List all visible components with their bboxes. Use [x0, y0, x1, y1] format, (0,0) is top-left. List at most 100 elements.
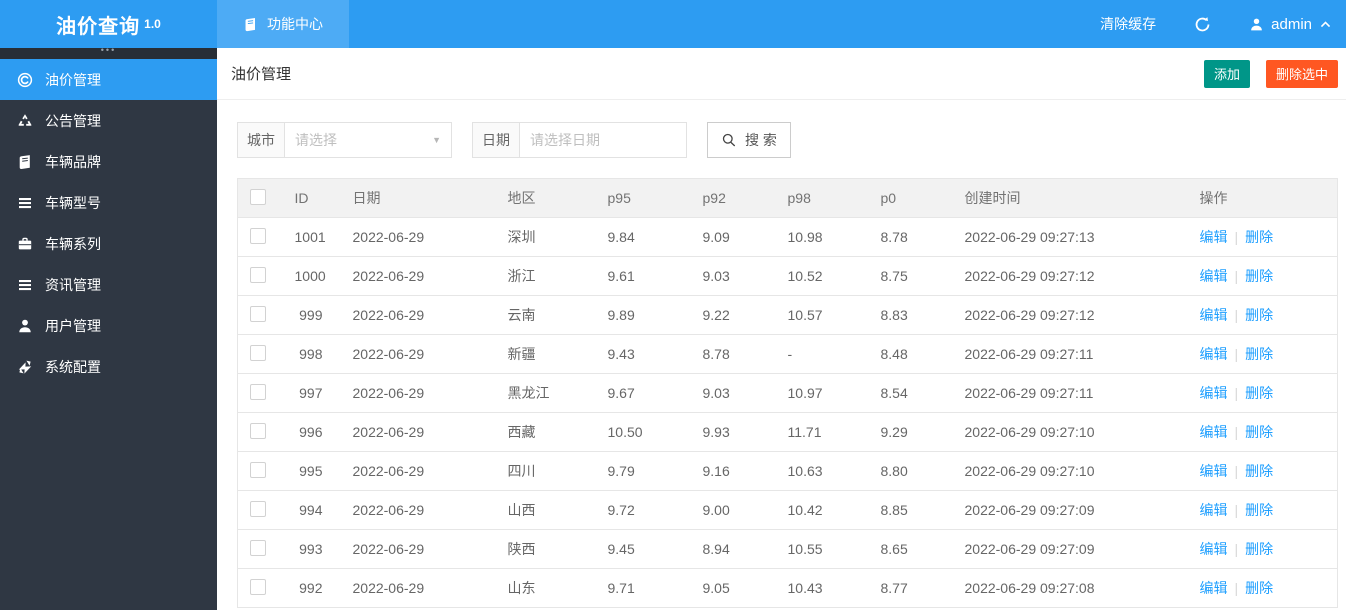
edit-link[interactable]: 编辑	[1200, 385, 1228, 401]
cell-region: 山东	[497, 568, 598, 608]
row-checkbox[interactable]	[250, 344, 266, 361]
sidebar-item[interactable]: 油价管理	[0, 59, 217, 100]
edit-link[interactable]: 编辑	[1200, 541, 1228, 557]
city-select[interactable]: 请选择 ▼	[284, 122, 452, 158]
cell-p98: -	[777, 334, 871, 374]
row-checkbox[interactable]	[250, 500, 266, 517]
cell-p0: 8.65	[870, 529, 955, 569]
sidebar-item-label: 车辆品牌	[45, 153, 101, 170]
cell-date: 2022-06-29	[342, 490, 498, 530]
edit-link[interactable]: 编辑	[1200, 580, 1228, 596]
row-checkbox[interactable]	[250, 539, 266, 556]
book-icon	[17, 154, 33, 170]
ops-separator: |	[1234, 346, 1239, 362]
cell-p95: 9.79	[597, 451, 693, 491]
row-checkbox[interactable]	[250, 227, 266, 244]
cell-ops: 编辑 | 删除	[1189, 334, 1338, 374]
refresh-icon[interactable]	[1194, 16, 1211, 33]
cell-date: 2022-06-29	[342, 217, 498, 257]
cell-created: 2022-06-29 09:27:09	[954, 529, 1190, 569]
edit-link[interactable]: 编辑	[1200, 346, 1228, 362]
edit-link[interactable]: 编辑	[1200, 502, 1228, 518]
delete-link[interactable]: 删除	[1245, 424, 1273, 440]
edit-link[interactable]: 编辑	[1200, 424, 1228, 440]
cell-date: 2022-06-29	[342, 373, 498, 413]
cell-region: 云南	[497, 295, 598, 335]
sidebar-item[interactable]: 系统配置	[0, 346, 217, 387]
sidebar-item[interactable]: 用户管理	[0, 305, 217, 346]
delete-link[interactable]: 删除	[1245, 385, 1273, 401]
user-icon	[17, 318, 33, 334]
row-checkbox[interactable]	[250, 305, 266, 322]
row-checkbox[interactable]	[250, 266, 266, 283]
sidebar-item-label: 系统配置	[45, 358, 101, 375]
sidebar-item[interactable]: 车辆型号	[0, 182, 217, 223]
delete-link[interactable]: 删除	[1245, 580, 1273, 596]
sidebar-menu: 油价管理 公告管理车辆品牌车辆型号 车辆系列 资讯管理 用户管理系统配置	[0, 59, 217, 387]
table-row: 997 2022-06-29 黑龙江 9.67 9.03 10.97 8.54 2022-06…	[237, 373, 1338, 413]
tab-label: 功能中心	[267, 16, 323, 32]
cell-p0: 8.54	[870, 373, 955, 413]
city-label: 城市	[237, 122, 284, 158]
row-checkbox[interactable]	[250, 578, 266, 595]
sidebar-collapse-toggle[interactable]: •••	[0, 46, 217, 59]
row-checkbox[interactable]	[250, 461, 266, 478]
sidebar-item[interactable]: 车辆系列	[0, 223, 217, 264]
list-icon	[17, 277, 33, 293]
cell-p98: 10.55	[777, 529, 871, 569]
sidebar-item[interactable]: 车辆品牌	[0, 141, 217, 182]
chevron-down-icon: ▼	[432, 135, 441, 145]
cell-id: 1001	[284, 217, 343, 257]
row-checkbox[interactable]	[250, 383, 266, 400]
cell-created: 2022-06-29 09:27:11	[954, 334, 1190, 374]
edit-link[interactable]: 编辑	[1200, 307, 1228, 323]
delete-link[interactable]: 删除	[1245, 268, 1273, 284]
list-icon	[17, 195, 33, 211]
select-all-checkbox[interactable]	[250, 188, 266, 205]
delete-link[interactable]: 删除	[1245, 346, 1273, 362]
cell-p95: 9.84	[597, 217, 693, 257]
user-menu[interactable]: admin	[1249, 16, 1332, 33]
cell-p92: 9.00	[692, 490, 778, 530]
sidebar-item[interactable]: 公告管理	[0, 100, 217, 141]
ops-separator: |	[1234, 424, 1239, 440]
delete-selected-button[interactable]: 删除选中	[1265, 59, 1338, 88]
cell-p95: 10.50	[597, 412, 693, 452]
date-input[interactable]	[530, 132, 676, 148]
briefcase-icon	[17, 236, 33, 252]
edit-link[interactable]: 编辑	[1200, 463, 1228, 479]
cell-id: 998	[284, 334, 343, 374]
row-checkbox[interactable]	[250, 422, 266, 439]
cell-region: 四川	[497, 451, 598, 491]
delete-link[interactable]: 删除	[1245, 229, 1273, 245]
delete-link[interactable]: 删除	[1245, 502, 1273, 518]
col-header-date: 日期	[342, 178, 498, 218]
cell-ops: 编辑 | 删除	[1189, 529, 1338, 569]
tab-function-center[interactable]: 功能中心	[217, 0, 349, 48]
cell-id: 996	[284, 412, 343, 452]
col-header-p98: p98	[777, 178, 871, 218]
cell-p98: 10.52	[777, 256, 871, 296]
cell-created: 2022-06-29 09:27:08	[954, 568, 1190, 608]
edit-link[interactable]: 编辑	[1200, 268, 1228, 284]
clear-cache-button[interactable]: 清除缓存	[1100, 14, 1156, 34]
ops-separator: |	[1234, 502, 1239, 518]
col-header-p92: p92	[692, 178, 778, 218]
delete-link[interactable]: 删除	[1245, 541, 1273, 557]
cell-p0: 8.75	[870, 256, 955, 296]
sidebar-item[interactable]: 资讯管理	[0, 264, 217, 305]
ops-separator: |	[1234, 307, 1239, 323]
delete-link[interactable]: 删除	[1245, 463, 1273, 479]
cell-date: 2022-06-29	[342, 568, 498, 608]
add-button[interactable]: 添加	[1203, 59, 1250, 88]
cell-id: 999	[284, 295, 343, 335]
cell-p98: 10.63	[777, 451, 871, 491]
cell-p98: 10.98	[777, 217, 871, 257]
cell-date: 2022-06-29	[342, 334, 498, 374]
cell-p95: 9.61	[597, 256, 693, 296]
table-row: 999 2022-06-29 云南 9.89 9.22 10.57 8.83 2022-06-…	[237, 295, 1338, 335]
search-button[interactable]: 搜 索	[707, 122, 791, 158]
cell-id: 993	[284, 529, 343, 569]
edit-link[interactable]: 编辑	[1200, 229, 1228, 245]
delete-link[interactable]: 删除	[1245, 307, 1273, 323]
